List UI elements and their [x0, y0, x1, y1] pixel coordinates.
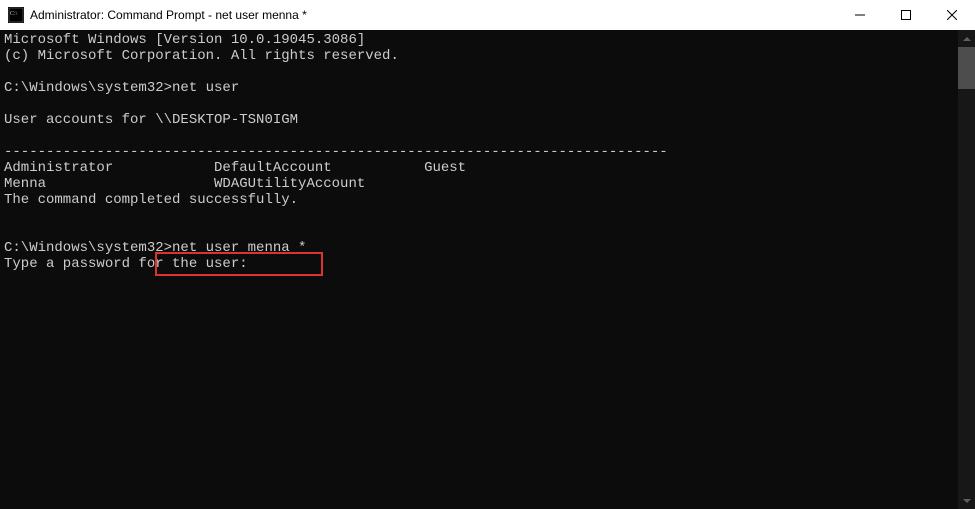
cmd-icon: C:\ [8, 7, 24, 23]
terminal-area: Microsoft Windows [Version 10.0.19045.30… [0, 30, 975, 509]
scroll-down-button[interactable] [958, 492, 975, 509]
terminal-line [4, 64, 954, 80]
scrollbar[interactable] [958, 30, 975, 509]
window: C:\ Administrator: Command Prompt - net … [0, 0, 975, 509]
terminal-line: Type a password for the user: [4, 256, 954, 272]
svg-text:C:\: C:\ [10, 11, 18, 17]
terminal-line: C:\Windows\system32>net user [4, 80, 954, 96]
window-controls [837, 0, 975, 30]
terminal-line: Administrator DefaultAccount Guest [4, 160, 954, 176]
terminal-line [4, 224, 954, 240]
terminal-line: ----------------------------------------… [4, 144, 954, 160]
terminal-line: Microsoft Windows [Version 10.0.19045.30… [4, 32, 954, 48]
terminal[interactable]: Microsoft Windows [Version 10.0.19045.30… [0, 30, 958, 509]
terminal-line [4, 96, 954, 112]
terminal-line: (c) Microsoft Corporation. All rights re… [4, 48, 954, 64]
terminal-line: The command completed successfully. [4, 192, 954, 208]
terminal-line: C:\Windows\system32>net user menna * [4, 240, 954, 256]
terminal-line: Menna WDAGUtilityAccount [4, 176, 954, 192]
titlebar[interactable]: C:\ Administrator: Command Prompt - net … [0, 0, 975, 30]
scroll-up-button[interactable] [958, 30, 975, 47]
terminal-line: User accounts for \\DESKTOP-TSN0IGM [4, 112, 954, 128]
terminal-line [4, 208, 954, 224]
maximize-button[interactable] [883, 0, 929, 30]
scroll-thumb[interactable] [958, 47, 975, 89]
close-button[interactable] [929, 0, 975, 30]
terminal-line [4, 128, 954, 144]
minimize-button[interactable] [837, 0, 883, 30]
window-title: Administrator: Command Prompt - net user… [30, 8, 307, 22]
